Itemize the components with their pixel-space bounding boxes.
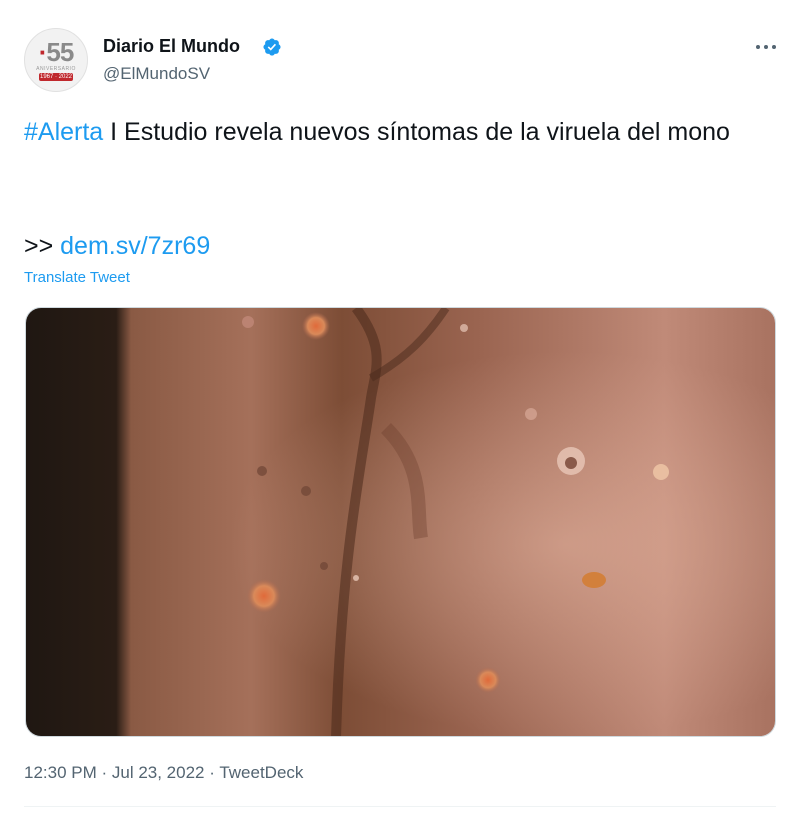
tweet-text: #Alerta I Estudio revela nuevos síntomas… [24,114,774,150]
tweet-time[interactable]: 12:30 PM [24,763,97,782]
tweet-metadata: 12:30 PM · Jul 23, 2022 · TweetDeck [24,763,303,783]
hashtag-link[interactable]: #Alerta [24,118,103,146]
avatar-logo-caption: ANIVERSARIO [36,66,76,72]
tweet-media-image[interactable] [25,307,776,737]
avatar-logo-years: 1967 · 2022 [39,73,73,81]
tweet-body: I Estudio revela nuevos síntomas de la v… [103,118,730,146]
tweet-date[interactable]: Jul 23, 2022 [112,763,205,782]
tweet-card: ·55 ANIVERSARIO 1967 · 2022 Diario El Mu… [0,0,800,816]
meta-separator: · [96,763,112,782]
account-handle[interactable]: @ElMundoSV [103,64,210,84]
skin-lesion-photo [26,308,775,736]
tweet-source[interactable]: TweetDeck [219,763,303,782]
meta-separator: · [204,763,220,782]
more-options-icon[interactable] [752,36,780,56]
tweet-url-link[interactable]: dem.sv/7zr69 [60,232,210,260]
avatar-logo-number: ·55 [38,37,75,67]
avatar[interactable]: ·55 ANIVERSARIO 1967 · 2022 [24,28,88,92]
verified-badge-icon [263,38,281,56]
link-prefix: >> [24,232,61,260]
divider [24,806,776,807]
translate-tweet-link[interactable]: Translate Tweet [24,269,130,286]
tweet-link-line: >> dem.sv/7zr69 [24,228,210,264]
account-name[interactable]: Diario El Mundo [103,36,240,57]
